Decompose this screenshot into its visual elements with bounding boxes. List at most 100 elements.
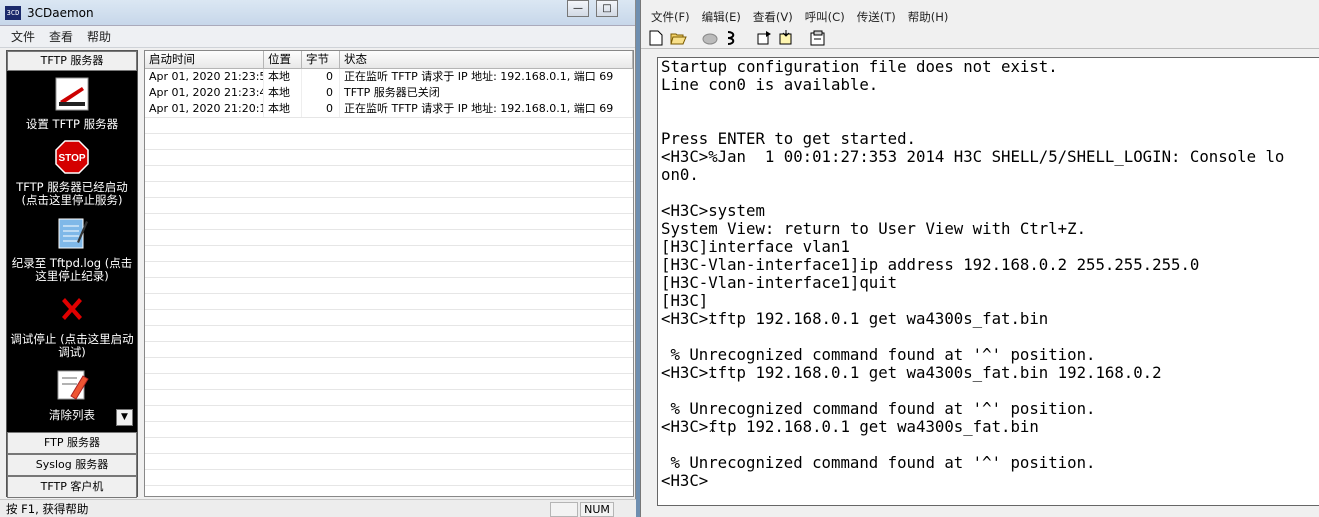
terminal-line: <H3C>tftp 192.168.0.1 get wa4300s_fat.bi…	[661, 309, 1049, 328]
terminal-line: % Unrecognized command found at '^' posi…	[661, 399, 1096, 418]
table-row[interactable]: Apr 01, 2020 21:20:15 本地 0 正在监听 TFTP 请求于…	[145, 101, 633, 117]
error-caret: ^	[709, 427, 716, 440]
tab-tftp-client[interactable]: TFTP 客户机	[7, 476, 137, 498]
menu-edit[interactable]: 编辑(E)	[696, 9, 747, 25]
new-icon[interactable]	[647, 29, 665, 47]
column-status[interactable]: 状态	[340, 51, 633, 68]
tab-tftp-server[interactable]: TFTP 服务器	[7, 51, 137, 71]
cell-location: 本地	[264, 85, 302, 101]
tab-ftp-server[interactable]: FTP 服务器	[7, 432, 137, 454]
terminal-line: <H3C>tftp 192.168.0.1 get wa4300s_fat.bi…	[661, 363, 1162, 382]
menu-help[interactable]: 帮助	[80, 28, 118, 45]
terminal-window: 文件(F) 编辑(E) 查看(V) 呼叫(C) 传送(T) 帮助(H) Star…	[640, 0, 1319, 517]
cell-time: Apr 01, 2020 21:23:40	[145, 85, 264, 101]
terminal-line: [H3C-Vlan-interface1]ip address 192.168.…	[661, 255, 1200, 274]
cell-time: Apr 01, 2020 21:20:15	[145, 101, 264, 117]
app-logo-icon: 3CD	[5, 5, 21, 20]
menu-transfer[interactable]: 传送(T)	[851, 9, 902, 25]
terminal-line: <H3C>	[661, 471, 709, 490]
menu-file[interactable]: 文件(F)	[645, 9, 696, 25]
terminal-line: % Unrecognized command found at '^' posi…	[661, 453, 1096, 472]
terminal-line: % Unrecognized command found at '^' posi…	[661, 345, 1096, 364]
column-start-time[interactable]: 启动时间	[145, 51, 264, 68]
menu-view[interactable]: 查看(V)	[747, 9, 799, 25]
cell-time: Apr 01, 2020 21:23:50	[145, 69, 264, 85]
window-title: 3CDaemon	[27, 5, 94, 20]
properties-icon[interactable]	[723, 29, 741, 47]
terminal-line: [H3C]	[661, 291, 709, 310]
server-sidebar: TFTP 服务器 设置 TFTP 服务器 STOP TFTP 服务器已经启动 (…	[6, 50, 138, 498]
menu-file[interactable]: 文件	[4, 28, 42, 45]
terminal-toolbar	[641, 27, 1319, 49]
debug-toggle-action[interactable]: 调试停止 (点击这里启动调试)	[7, 292, 137, 359]
open-icon[interactable]	[669, 29, 687, 47]
svg-text:STOP: STOP	[58, 153, 85, 164]
terminal-line: System View: return to User View with Ct…	[661, 219, 1087, 238]
stop-sign-icon: STOP	[55, 140, 89, 174]
configure-icon	[55, 77, 89, 111]
cell-status: TFTP 服务器已关闭	[340, 85, 633, 101]
terminal-line: on0.	[661, 165, 699, 184]
column-bytes[interactable]: 字节	[302, 51, 340, 68]
eraser-icon	[57, 370, 89, 400]
maximize-button[interactable]: □	[596, 0, 618, 17]
3cdaemon-window: 3CD 3CDaemon — □ 文件 查看 帮助 TFTP 服务器 设置 TF…	[0, 0, 636, 517]
terminal-line: <H3C>system	[661, 201, 765, 220]
terminal-line: <H3C>%Jan 1 00:01:27:353 2014 H3C SHELL/…	[661, 147, 1285, 166]
num-lock-indicator: NUM	[580, 502, 614, 517]
receive-icon[interactable]	[777, 29, 795, 47]
log-toggle-label: 纪录至 Tftpd.log (点击这里停止纪录)	[11, 256, 133, 283]
log-notepad-icon	[58, 218, 88, 249]
status-bar: 按 F1, 获得帮助 NUM	[0, 499, 636, 517]
cell-bytes: 0	[302, 69, 340, 85]
table-empty-area	[145, 117, 633, 496]
status-help-text: 按 F1, 获得帮助	[6, 501, 89, 516]
event-log-table: 启动时间 位置 字节 状态 Apr 01, 2020 21:23:50 本地 0…	[144, 50, 634, 497]
terminal-line: Startup configuration file does not exis…	[661, 57, 1058, 76]
title-bar: 3CD 3CDaemon — □	[0, 0, 635, 26]
column-location[interactable]: 位置	[264, 51, 302, 68]
terminal-line: [H3C-Vlan-interface1]quit	[661, 273, 898, 292]
cell-bytes: 0	[302, 85, 340, 101]
stop-tftp-label: TFTP 服务器已经启动 (点击这里停止服务)	[16, 180, 128, 207]
clear-list-action[interactable]: 清除列表 ▼	[7, 368, 137, 426]
table-row[interactable]: Apr 01, 2020 21:23:40 本地 0 TFTP 服务器已关闭	[145, 85, 633, 101]
tab-syslog-server[interactable]: Syslog 服务器	[7, 454, 137, 476]
log-toggle-action[interactable]: 纪录至 Tftpd.log (点击这里停止纪录)	[7, 216, 137, 283]
menu-bar: 文件 查看 帮助	[0, 26, 635, 48]
table-header: 启动时间 位置 字节 状态	[145, 51, 633, 69]
menu-view[interactable]: 查看	[42, 28, 80, 45]
scroll-down-button[interactable]: ▼	[116, 409, 133, 426]
cell-bytes: 0	[302, 101, 340, 117]
error-caret: ^	[709, 373, 716, 386]
cell-location: 本地	[264, 101, 302, 117]
cell-status: 正在监听 TFTP 请求于 IP 地址: 192.168.0.1, 端口 69	[340, 69, 633, 85]
table-row[interactable]: Apr 01, 2020 21:23:50 本地 0 正在监听 TFTP 请求于…	[145, 69, 633, 85]
status-cell-empty	[550, 502, 578, 517]
debug-x-icon	[62, 298, 82, 320]
minimize-button[interactable]: —	[567, 0, 589, 17]
terminal-line: Press ENTER to get started.	[661, 129, 917, 148]
setup-tftp-label: 设置 TFTP 服务器	[25, 117, 119, 131]
stop-tftp-action[interactable]: STOP TFTP 服务器已经启动 (点击这里停止服务)	[7, 140, 137, 207]
menu-help[interactable]: 帮助(H)	[902, 9, 955, 25]
terminal-line: <H3C>ftp 192.168.0.1 get wa4300s_fat.bin	[661, 417, 1039, 436]
terminal-line: Line con0 is available.	[661, 75, 879, 94]
setup-tftp-action[interactable]: 设置 TFTP 服务器	[7, 77, 137, 131]
error-caret: ^	[709, 319, 716, 332]
terminal-output[interactable]: Startup configuration file does not exis…	[657, 57, 1319, 506]
terminal-menu-bar: 文件(F) 编辑(E) 查看(V) 呼叫(C) 传送(T) 帮助(H)	[641, 7, 1319, 27]
disconnect-icon[interactable]	[701, 29, 719, 47]
cell-location: 本地	[264, 69, 302, 85]
settings-icon[interactable]	[809, 29, 827, 47]
terminal-line: [H3C]interface vlan1	[661, 237, 850, 256]
menu-call[interactable]: 呼叫(C)	[799, 9, 851, 25]
send-icon[interactable]	[755, 29, 773, 47]
cell-status: 正在监听 TFTP 请求于 IP 地址: 192.168.0.1, 端口 69	[340, 101, 633, 117]
